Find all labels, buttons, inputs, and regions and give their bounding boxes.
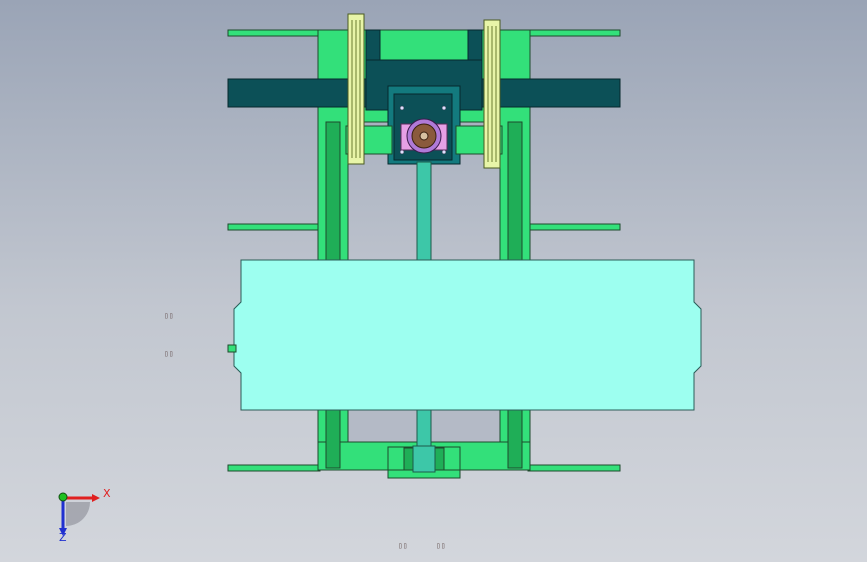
gearbox-bolt: [399, 149, 405, 155]
frame-right-slot: [507, 121, 523, 263]
bearing-shaft-end: [412, 445, 436, 473]
gearbox-bolt: [399, 105, 405, 111]
marker-label: ▯▯: [164, 349, 174, 358]
work-table[interactable]: [233, 259, 702, 411]
wheel-right: [483, 19, 501, 169]
axis-triad: [58, 492, 100, 536]
cad-viewport[interactable]: X Z ▯▯ ▯▯ ▯▯ ▯▯: [0, 0, 867, 562]
marker-label: ▯▯: [436, 541, 446, 550]
marker-label: ▯▯: [164, 311, 174, 320]
rail-top-right: [527, 29, 621, 37]
bearing-block: [387, 445, 461, 479]
axis-x-arrow: [92, 494, 100, 502]
axis-shadow: [66, 502, 90, 526]
crossbar-upper-block-right: [467, 29, 483, 61]
crossbar-upper-block-left: [365, 29, 381, 61]
axis-z-label: Z: [59, 531, 67, 544]
gearbox: [387, 85, 461, 165]
frame-right-slot-lower: [507, 409, 523, 469]
frame-left-slot-lower: [325, 409, 341, 469]
wheel-left: [347, 13, 365, 165]
table-side-tab: [227, 344, 237, 353]
gearbox-bolt: [441, 149, 447, 155]
hub-center: [419, 131, 429, 141]
axis-y-dot: [58, 492, 68, 502]
frame-left-slot: [325, 121, 341, 263]
axis-x-label: X: [103, 487, 111, 500]
rail-top-left: [227, 29, 321, 37]
rail-bottom-left: [227, 464, 321, 472]
rail-mid-left: [227, 223, 321, 231]
rail-mid-right: [527, 223, 621, 231]
gearbox-bolt: [441, 105, 447, 111]
assembly-model[interactable]: [0, 0, 867, 562]
marker-label: ▯▯: [398, 541, 408, 550]
rail-bottom-right: [527, 464, 621, 472]
